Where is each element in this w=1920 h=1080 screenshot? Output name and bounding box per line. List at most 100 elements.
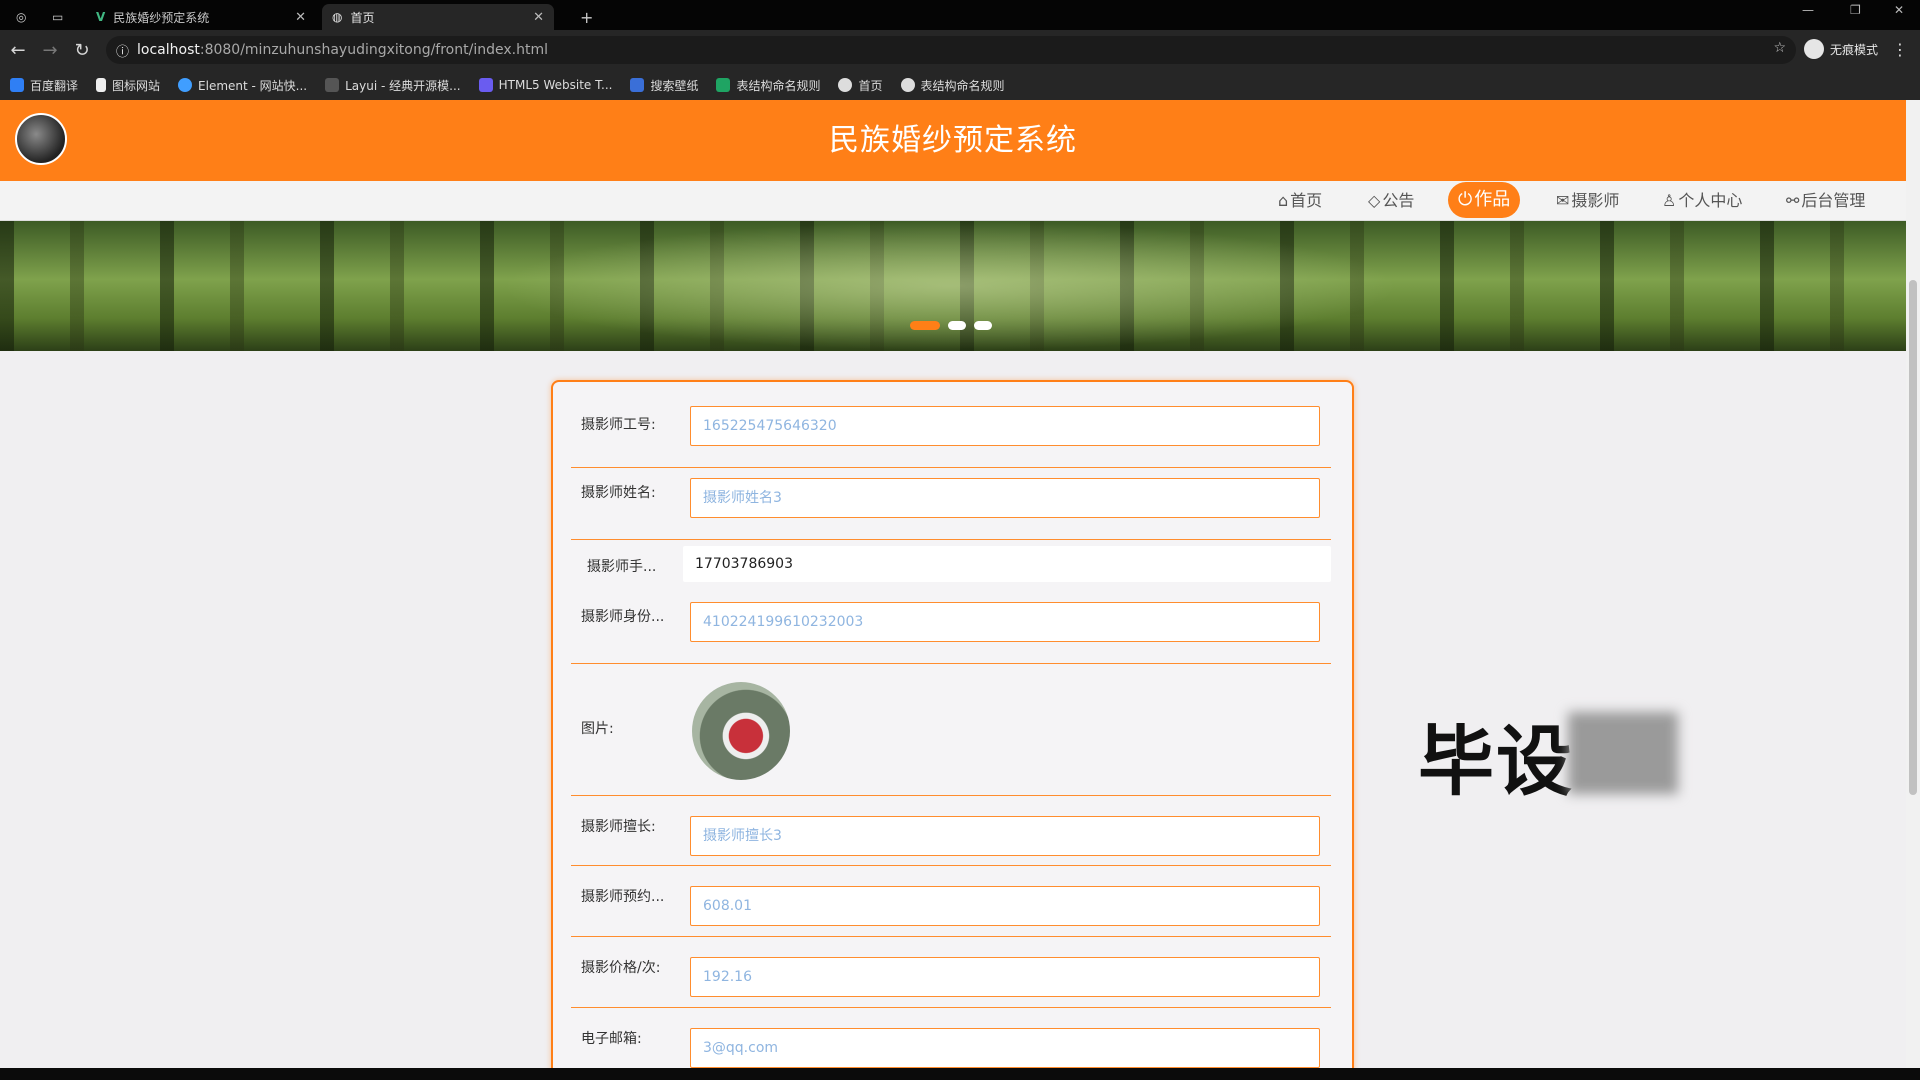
browser-tab-2[interactable]: ◍ 首页 ✕ bbox=[322, 4, 554, 30]
site-header: 民族婚纱预定系统 bbox=[0, 100, 1906, 181]
incognito-badge[interactable]: 无痕模式 bbox=[1803, 39, 1878, 59]
bookmark-html5[interactable]: HTML5 Website T... bbox=[478, 78, 612, 92]
site-title: 民族婚纱预定系统 bbox=[829, 123, 1077, 158]
sheet-icon bbox=[716, 78, 731, 92]
forest-banner-carousel bbox=[0, 221, 1906, 351]
carousel-dot[interactable] bbox=[910, 321, 940, 330]
browser-toolbar: ← → ↻ ⓘ localhost:8080/minzuhunshayuding… bbox=[0, 30, 1920, 70]
nav-item-works[interactable]: ⏻ 作品 bbox=[1448, 182, 1521, 218]
user-icon: ♙ bbox=[1662, 191, 1677, 210]
translate-icon bbox=[10, 78, 24, 92]
nav-item-photographer[interactable]: ✉ 摄影师 bbox=[1556, 181, 1619, 221]
bookmark-layui[interactable]: Layui - 经典开源模... bbox=[325, 77, 461, 94]
photographer-avatar bbox=[692, 682, 790, 780]
field-label: 摄影师身份... bbox=[581, 609, 665, 625]
page-viewport: 民族婚纱预定系统 ⌂ 首页 ◇ 公告 ⏻ 作品 ✉ 摄影师 ♙ 个人中心 ⚯ 后台管理 bbox=[0, 100, 1906, 1068]
tag-icon: ◇ bbox=[1368, 191, 1381, 210]
field-label: 摄影师擅长: bbox=[581, 819, 656, 835]
globe-favicon-icon: ◍ bbox=[332, 10, 343, 24]
name-field[interactable]: 摄影师姓名3 bbox=[690, 478, 1320, 518]
nav-item-admin[interactable]: ⚯ 后台管理 bbox=[1786, 181, 1865, 221]
address-bar[interactable]: ⓘ localhost:8080/minzuhunshayudingxitong… bbox=[106, 36, 1796, 64]
field-label: 图片: bbox=[581, 721, 614, 737]
carousel-dot[interactable] bbox=[974, 321, 992, 330]
field-label: 摄影师预约... bbox=[581, 889, 665, 905]
form-row-id-card: 摄影师身份... 410224199610232003 bbox=[571, 594, 1331, 664]
carousel-indicators bbox=[910, 321, 992, 330]
banner-fog bbox=[500, 221, 1400, 351]
bookmark-baidu-translate[interactable]: 百度翻译 bbox=[10, 77, 78, 94]
layui-icon bbox=[325, 78, 340, 92]
browser-tab-strip: ◎ ▭ V 民族婚纱预定系统 ✕ ◍ 首页 ✕ + — ❐ ✕ bbox=[0, 0, 1920, 30]
specialty-field[interactable]: 摄影师擅长3 bbox=[690, 816, 1320, 856]
nav-item-notice[interactable]: ◇ 公告 bbox=[1368, 181, 1414, 221]
new-tab-button[interactable]: + bbox=[570, 4, 603, 30]
html5-icon bbox=[478, 78, 493, 92]
url-path: :8080/minzuhunshayudingxitong/front/inde… bbox=[199, 42, 548, 58]
back-arrow-icon[interactable]: ← bbox=[2, 40, 34, 61]
bottom-edge bbox=[0, 1068, 1920, 1080]
close-tab-icon[interactable]: ✕ bbox=[533, 10, 544, 25]
phone-field[interactable]: 17703786903 bbox=[683, 546, 1331, 582]
bookmark-icon-site[interactable]: 图标网站 bbox=[96, 77, 160, 94]
watermark-text: 毕设 bbox=[1418, 717, 1574, 806]
forward-arrow-icon[interactable]: → bbox=[34, 40, 66, 61]
carousel-dot[interactable] bbox=[948, 321, 966, 330]
form-row-image: 图片: bbox=[571, 664, 1331, 796]
email-field[interactable]: 3@qq.com bbox=[690, 1028, 1320, 1068]
browser-menu-icon[interactable]: ◎ bbox=[6, 4, 36, 30]
browser-menu-dots-icon[interactable]: ⋮ bbox=[1892, 40, 1908, 59]
field-label: 摄影师姓名: bbox=[581, 485, 656, 501]
restore-icon[interactable]: ❐ bbox=[1850, 3, 1861, 17]
nav-item-home[interactable]: ⌂ 首页 bbox=[1278, 181, 1322, 221]
top-nav: ⌂ 首页 ◇ 公告 ⏻ 作品 ✉ 摄影师 ♙ 个人中心 ⚯ 后台管理 bbox=[0, 181, 1906, 221]
browser-tab-1[interactable]: V 民族婚纱预定系统 ✕ bbox=[86, 4, 316, 30]
id-card-field[interactable]: 410224199610232003 bbox=[690, 602, 1320, 642]
nav-item-personal-center[interactable]: ♙ 个人中心 bbox=[1662, 181, 1742, 221]
bookmarks-bar: 百度翻译 图标网站 Element - 网站快... Layui - 经典开源模… bbox=[0, 70, 1920, 100]
wallpaper-icon bbox=[630, 78, 645, 92]
flag-icon bbox=[96, 78, 107, 92]
vue-favicon-icon: V bbox=[96, 10, 106, 24]
page-scrollbar[interactable] bbox=[1906, 100, 1920, 1068]
power-icon: ⏻ bbox=[1458, 189, 1473, 210]
star-bookmark-icon[interactable]: ☆ bbox=[1773, 40, 1786, 56]
bookmark-wallpaper[interactable]: 搜索壁纸 bbox=[630, 77, 698, 94]
employee-id-field[interactable]: 165225475646320 bbox=[690, 406, 1320, 446]
info-icon: ⓘ bbox=[116, 44, 130, 60]
field-label: 摄影师手... bbox=[587, 559, 657, 575]
globe-icon bbox=[838, 78, 853, 92]
price-field[interactable]: 192.16 bbox=[690, 957, 1320, 997]
bookmark-table-naming[interactable]: 表结构命名规则 bbox=[716, 77, 820, 94]
bookmark-home[interactable]: 首页 bbox=[838, 77, 883, 94]
bookmark-element[interactable]: Element - 网站快... bbox=[178, 77, 307, 94]
incognito-label: 无痕模式 bbox=[1829, 42, 1878, 57]
incognito-icon bbox=[1803, 39, 1824, 59]
tab-overview-icon[interactable]: ▭ bbox=[42, 4, 82, 30]
browser-tab-title: 首页 bbox=[350, 10, 375, 25]
home-icon: ⌂ bbox=[1278, 191, 1289, 210]
form-row-booking: 摄影师预约... 608.01 bbox=[571, 866, 1331, 937]
photographer-detail-form: 摄影师工号: 165225475646320 摄影师姓名: 摄影师姓名3 摄影师… bbox=[551, 380, 1354, 1068]
field-label: 摄影师工号: bbox=[581, 417, 656, 433]
reload-icon[interactable]: ↻ bbox=[66, 40, 98, 61]
mail-icon: ✉ bbox=[1556, 191, 1570, 210]
form-row-employee-id: 摄影师工号: 165225475646320 bbox=[571, 404, 1331, 468]
booking-field[interactable]: 608.01 bbox=[690, 886, 1320, 926]
close-tab-icon[interactable]: ✕ bbox=[295, 10, 306, 25]
bookmark-table-naming-2[interactable]: 表结构命名规则 bbox=[900, 77, 1005, 94]
element-icon bbox=[178, 78, 193, 92]
close-window-icon[interactable]: ✕ bbox=[1894, 3, 1904, 17]
browser-tab-title: 民族婚纱预定系统 bbox=[113, 10, 210, 25]
watermark-overlay: 毕设 bbox=[1418, 700, 1698, 810]
link-icon: ⚯ bbox=[1786, 191, 1800, 210]
field-label: 电子邮箱: bbox=[581, 1031, 642, 1047]
form-row-name: 摄影师姓名: 摄影师姓名3 bbox=[571, 468, 1331, 540]
form-row-email: 电子邮箱: 3@qq.com bbox=[571, 1008, 1331, 1068]
form-row-specialty: 摄影师擅长: 摄影师擅长3 bbox=[571, 796, 1331, 866]
form-row-price: 摄影价格/次: 192.16 bbox=[571, 937, 1331, 1008]
scrollbar-thumb[interactable] bbox=[1909, 280, 1917, 795]
form-row-phone: 摄影师手... 17703786903 bbox=[571, 540, 1331, 594]
minimize-icon[interactable]: — bbox=[1802, 3, 1814, 17]
watermark-blur bbox=[1568, 712, 1678, 794]
